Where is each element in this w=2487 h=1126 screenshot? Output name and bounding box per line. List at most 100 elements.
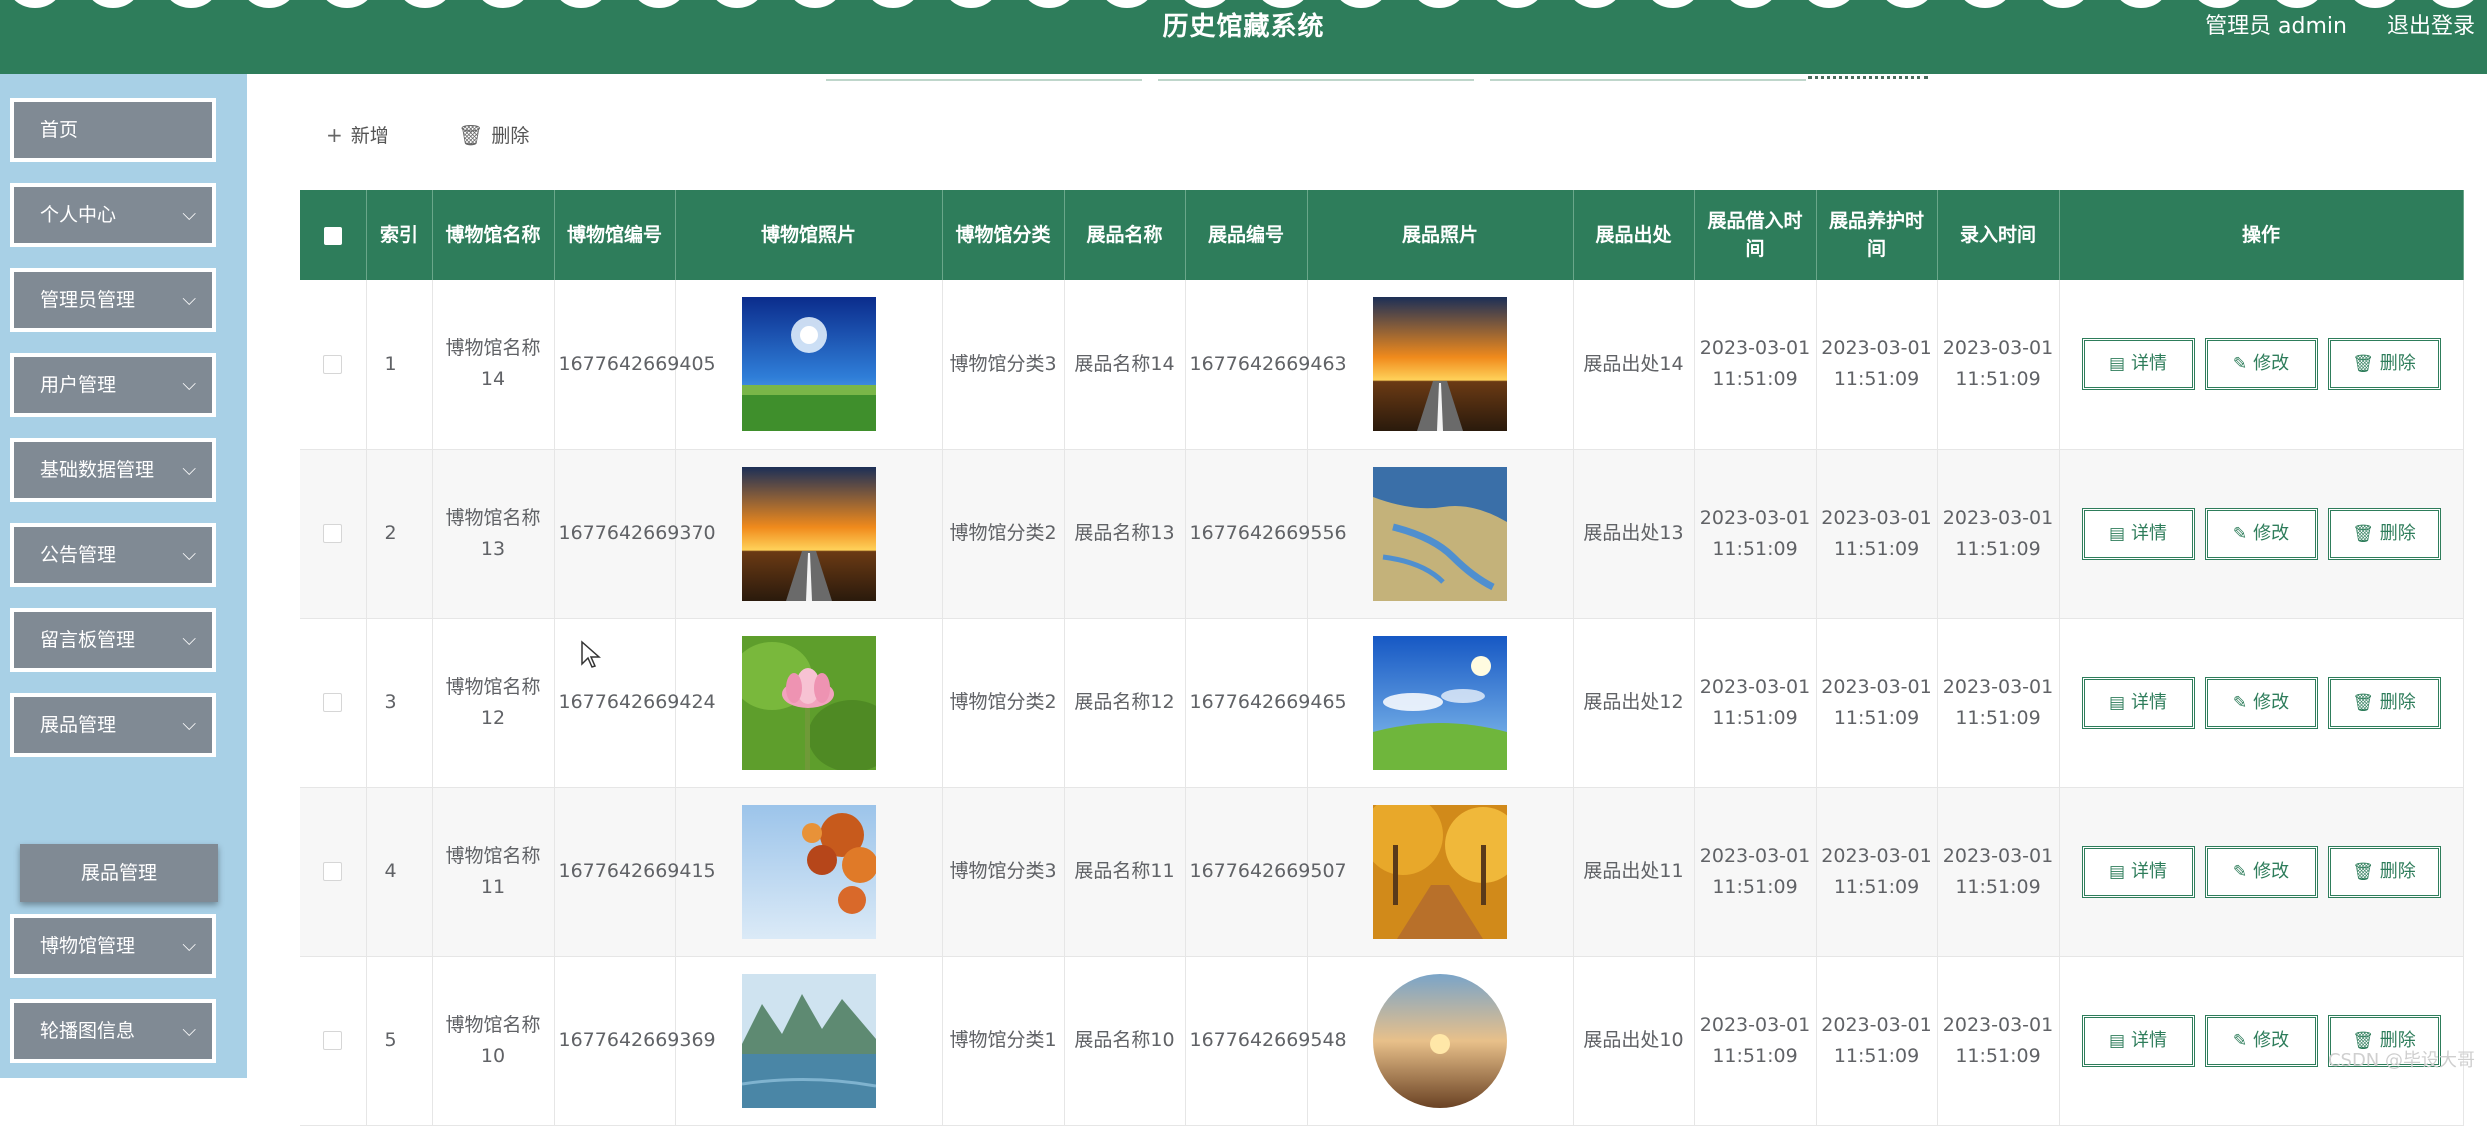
column-header: 展品出处 [1573,190,1695,280]
column-header: 博物馆照片 [675,190,943,280]
source-cell: 展品出处11 [1573,787,1695,957]
detail-button[interactable]: ▤ 详情 [2081,1014,2195,1067]
index-cell: 2 [366,449,433,619]
exhibit-photo-cell [1307,956,1574,1126]
exhibit-photo-cell [1307,449,1574,619]
sidebar-item-notices[interactable]: 公告管理 ⌵ [10,523,216,587]
add-button[interactable]: + 新增 [326,118,389,152]
exhibit-name-cell: 展品名称11 [1064,787,1186,957]
edit-button[interactable]: ✎ 修改 [2204,507,2318,560]
detail-button[interactable]: ▤ 详情 [2081,338,2195,391]
care-time-cell: 2023-03-01 11:51:09 [1816,280,1938,450]
select-all-cell [300,190,367,280]
document-icon: ▤ [2108,354,2126,375]
entry-time-cell: 2023-03-01 11:51:09 [1937,449,2060,619]
edit-button[interactable]: ✎ 修改 [2204,676,2318,729]
borrow-time-cell: 2023-03-01 11:51:09 [1694,787,1817,957]
detail-button[interactable]: ▤ 详情 [2081,676,2195,729]
delete-button[interactable]: 🗑 删除 [2327,507,2441,560]
sidebar-item-label: 展品管理 [40,714,117,736]
row-checkbox[interactable] [323,354,343,374]
museum-name-cell: 博物馆名称11 [432,787,555,957]
row-select-cell [300,618,367,788]
museum-photo[interactable] [680,973,938,1108]
sidebar-item-admins[interactable]: 管理员管理 ⌵ [10,268,216,332]
row-select-cell [300,956,367,1126]
detail-button[interactable]: ▤ 详情 [2081,845,2195,898]
column-header: 索引 [366,190,433,280]
watermark: CSDN @毕设大哥 [2327,1050,2475,1071]
entry-time-cell: 2023-03-01 11:51:09 [1937,956,2060,1126]
sidebar-item-home[interactable]: 首页 [10,98,216,162]
index-cell: 1 [366,280,433,450]
document-icon: ▤ [2108,523,2126,544]
actions-cell: ▤ 详情 ✎ 修改 🗑 删除 [2059,449,2464,619]
sidebar-item-profile[interactable]: 个人中心 ⌵ [10,183,216,247]
entry-time-cell: 2023-03-01 11:51:09 [1937,787,2060,957]
museum-photo[interactable] [680,297,938,432]
document-icon: ▤ [2108,692,2126,713]
select-all-checkbox[interactable] [323,226,342,245]
exhibit-photo[interactable] [1312,635,1569,770]
edit-button[interactable]: ✎ 修改 [2204,1014,2318,1067]
sidebar-item-museums[interactable]: 博物馆管理 ⌵ [10,914,216,978]
exhibit-photo[interactable] [1312,297,1569,432]
table-row: 2 博物馆名称13 1677642669370 博物馆分类2 展品名称13 1677642… [300,449,2464,619]
row-checkbox[interactable] [323,1031,343,1050]
sidebar-item-carousel[interactable]: 轮播图信息 ⌵ [10,999,216,1063]
museum-no-cell: 1677642669370 [554,449,716,619]
row-checkbox[interactable] [323,524,343,543]
exhibit-no-cell: 1677642669548 [1185,956,1347,1126]
exhibit-photo[interactable] [1312,466,1569,601]
sidebar-subitem-exhibits[interactable]: 展品管理 [20,844,218,902]
exhibit-photo[interactable] [1312,973,1569,1108]
chevron-down-icon: ⌵ [182,459,196,480]
delete-button[interactable]: 🗑 删除 [2327,338,2441,391]
table-row: 5 博物馆名称10 1677642669369 博物馆分类1 展品名称10 1677642… [300,956,2464,1126]
museum-name-cell: 博物馆名称10 [432,956,555,1126]
sidebar-item-messages[interactable]: 留言板管理 ⌵ [10,608,216,672]
index-cell: 3 [366,618,433,788]
edit-button[interactable]: ✎ 修改 [2204,845,2318,898]
care-time-cell: 2023-03-01 11:51:09 [1816,449,1938,619]
logout-link[interactable]: 退出登录 [2387,8,2475,40]
index-cell: 4 [366,787,433,957]
museum-name-cell: 博物馆名称14 [432,280,555,450]
exhibit-name-cell: 展品名称13 [1064,449,1186,619]
table-row: 1 博物馆名称14 1677642669405 博物馆分类3 展品名称14 1677642… [300,280,2464,450]
sidebar-item-label: 管理员管理 [40,289,136,311]
borrow-time-cell: 2023-03-01 11:51:09 [1694,449,1817,619]
delete-button[interactable]: 🗑 删除 [2327,676,2441,729]
category-cell: 博物馆分类2 [942,449,1065,619]
detail-button-label: 详情 [2131,691,2168,713]
exhibit-name-cell: 展品名称12 [1064,618,1186,788]
sidebar-item-exhibits[interactable]: 展品管理 ⌵ [10,693,216,757]
batch-delete-button[interactable]: 🗑 删除 [458,118,529,152]
row-select-cell [300,280,367,450]
sidebar-item-label: 基础数据管理 [40,459,155,481]
sidebar-item-basic-data[interactable]: 基础数据管理 ⌵ [10,438,216,502]
delete-button-label: 删除 [2379,522,2416,544]
museum-photo[interactable] [680,466,938,601]
table-row: 3 博物馆名称12 1677642669424 博物馆分类2 展品名称12 1677642… [300,618,2464,788]
delete-button[interactable]: 🗑 删除 [2327,845,2441,898]
trash-icon: 🗑 [458,123,484,147]
detail-button-label: 详情 [2131,860,2168,882]
row-checkbox[interactable] [323,693,343,712]
museum-photo[interactable] [680,804,938,939]
column-header: 展品借入时间 [1694,190,1817,280]
exhibit-no-cell: 1677642669507 [1185,787,1347,957]
category-cell: 博物馆分类3 [942,280,1065,450]
detail-button[interactable]: ▤ 详情 [2081,507,2195,560]
edit-button-label: 修改 [2253,1029,2290,1051]
column-header: 操作 [2059,190,2464,280]
column-header: 展品养护时间 [1816,190,1938,280]
pencil-icon: ✎ [2232,354,2248,375]
museum-photo[interactable] [680,635,938,770]
edit-button[interactable]: ✎ 修改 [2204,338,2318,391]
exhibit-photo[interactable] [1312,804,1569,939]
trash-icon: 🗑 [2352,861,2374,882]
sidebar-item-users[interactable]: 用户管理 ⌵ [10,353,216,417]
sidebar-item-label: 个人中心 [40,204,117,226]
row-checkbox[interactable] [323,862,343,881]
